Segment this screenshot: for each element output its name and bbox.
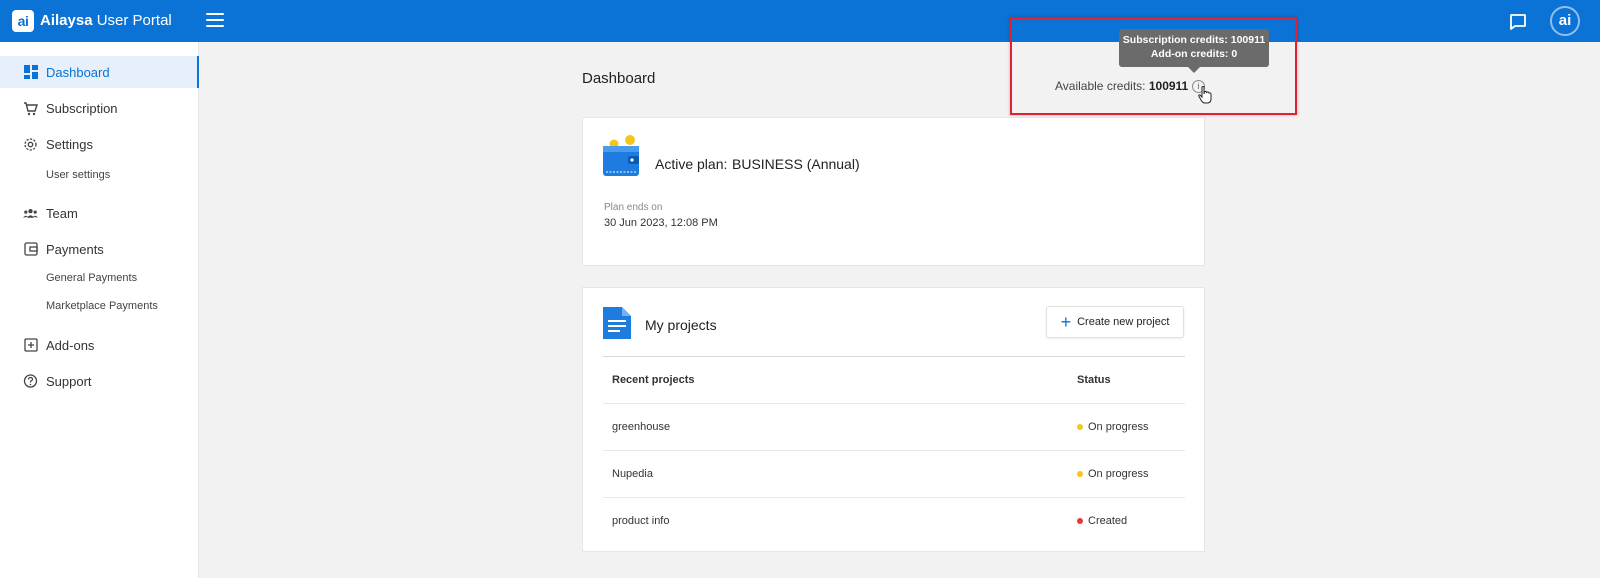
sidebar-item-label: Team [46,205,78,221]
status-text: Created [1088,515,1128,527]
plan-ends-label: Plan ends on [604,202,663,213]
cart-icon [23,101,38,116]
sidebar-item-support[interactable]: Support [0,365,199,397]
sidebar-item-add-ons[interactable]: Add-ons [0,329,199,361]
projects-table: Recent projects Status greenhouse On pro… [603,356,1185,545]
table-row[interactable]: product info Created [603,498,1185,545]
plus-icon: + [1060,312,1072,332]
wallet-icon [602,134,642,178]
sidebar-subitem-marketplace-payments[interactable]: Marketplace Payments [46,300,158,312]
table-header: Recent projects Status [603,357,1185,404]
status-text: On progress [1088,468,1149,480]
project-name[interactable]: Nupedia [612,468,653,480]
table-row[interactable]: Nupedia On progress [603,451,1185,498]
status-dot-icon [1077,424,1083,430]
projects-title: My projects [645,317,717,333]
top-bar: ai Ailaysa User Portal ai [0,0,1600,42]
avatar[interactable]: ai [1550,6,1580,36]
document-icon [602,307,632,339]
sidebar-item-subscription[interactable]: Subscription [0,92,199,124]
sidebar-subitem-user-settings[interactable]: User settings [46,169,110,181]
wallet-icon [23,242,38,257]
status-dot-icon [1077,518,1083,524]
table-row[interactable]: greenhouse On progress [603,404,1185,451]
create-new-project-label: Create new project [1077,316,1170,328]
sidebar-item-settings[interactable]: Settings [0,128,199,160]
sidebar-subitem-general-payments[interactable]: General Payments [46,272,137,284]
sidebar-item-label: Subscription [46,100,118,116]
status-text: On progress [1088,421,1149,433]
project-status: On progress [1077,468,1149,480]
project-status: On progress [1077,421,1149,433]
gear-icon [23,137,38,152]
sidebar-item-team[interactable]: Team [0,197,199,229]
plan-ends-value: 30 Jun 2023, 12:08 PM [604,217,718,229]
chat-icon[interactable] [1508,12,1528,32]
column-header-recent-projects: Recent projects [612,374,695,386]
sidebar-item-dashboard[interactable]: Dashboard [0,56,199,88]
brand-title[interactable]: Ailaysa User Portal [40,12,172,29]
status-dot-icon [1077,471,1083,477]
project-name[interactable]: greenhouse [612,421,670,433]
active-plan-card: Active plan: BUSINESS (Annual) Plan ends… [582,117,1205,266]
sidebar-item-label: Dashboard [46,64,110,80]
sidebar-item-label: Add-ons [46,337,95,353]
plan-value: BUSINESS (Annual) [732,156,860,172]
highlight-box [1010,17,1297,115]
sidebar-item-label: Payments [46,241,104,257]
dashboard-icon [23,65,38,80]
sidebar: Dashboard Subscription Settings User set… [0,42,199,578]
sidebar-item-label: Settings [46,136,93,152]
project-name[interactable]: product info [612,515,669,527]
menu-icon[interactable] [206,13,224,29]
brand-name: Ailaysa [40,12,93,29]
column-header-status: Status [1077,374,1111,386]
project-status: Created [1077,515,1127,527]
page-title: Dashboard [582,70,656,87]
plan-label: Active plan: [655,156,728,172]
team-icon [23,206,38,221]
help-icon [23,373,38,389]
sidebar-item-label: Support [46,373,92,389]
my-projects-card: My projects + Create new project Recent … [582,287,1205,552]
logo-icon[interactable]: ai [12,10,34,32]
plus-box-icon [23,338,38,353]
brand-suffix: User Portal [96,12,172,29]
sidebar-item-payments[interactable]: Payments [0,233,199,265]
create-new-project-button[interactable]: + Create new project [1046,306,1184,338]
